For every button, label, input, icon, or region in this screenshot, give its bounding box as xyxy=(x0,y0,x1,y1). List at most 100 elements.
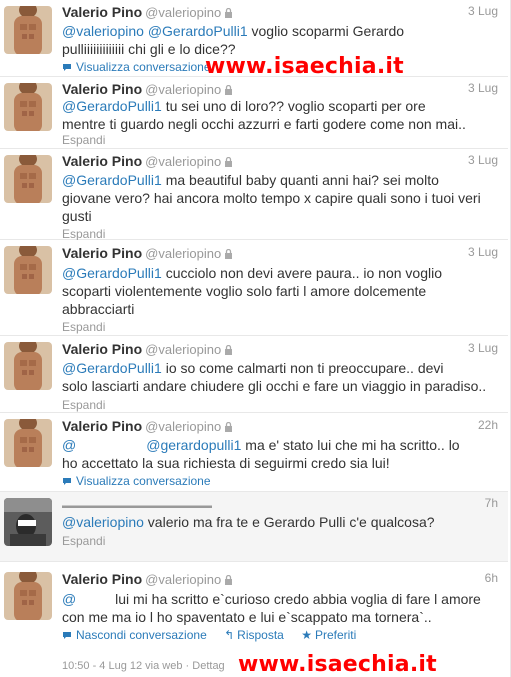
expand-link[interactable]: Espandi xyxy=(62,398,105,412)
reply-button[interactable]: ↰ Risposta xyxy=(224,628,284,642)
expand-link[interactable]: Espandi xyxy=(62,227,105,241)
avatar[interactable] xyxy=(4,342,52,390)
author-handle[interactable]: @valeriopino xyxy=(145,154,221,169)
tweet-line: ho accettato la sua richiesta di seguirm… xyxy=(62,455,390,471)
tweet-line: gusti xyxy=(62,208,92,224)
tweet-line: solo lasciarti andare chiudere gli occhi… xyxy=(62,378,487,394)
tweet-line: @valeriopino valerio ma fra te e Gerardo… xyxy=(62,514,435,530)
tweet[interactable]: Valerio Pino @valeriopino 3 Lug @GerardoP… xyxy=(0,240,508,336)
author-name[interactable]: Valerio Pino xyxy=(62,81,142,97)
tweet-time[interactable]: 22h xyxy=(478,418,498,432)
lock-icon xyxy=(224,342,233,358)
mention-link[interactable]: @GerardoPulli1 xyxy=(62,98,162,114)
tweet-header: Valerio Pino @valeriopino 3 Lug xyxy=(62,4,498,22)
author-name[interactable]: Valerio Pino xyxy=(62,341,142,357)
tweet-line: @ @gerardopulli1 ma e' stato lui che mi … xyxy=(62,437,460,453)
speech-bubble-icon xyxy=(62,475,72,489)
watermark-text: www.isaechia.it xyxy=(205,54,404,79)
author-name[interactable]: Valerio Pino xyxy=(62,418,142,434)
tweet-line: @valeriopino @GerardoPulli1 voglio scopa… xyxy=(62,23,405,39)
tweet-time[interactable]: 6h xyxy=(485,571,498,585)
avatar[interactable] xyxy=(4,498,52,546)
tweet-line: @GerardoPulli1 ma beautiful baby quanti … xyxy=(62,172,439,188)
lock-icon xyxy=(224,419,233,435)
author-handle[interactable]: @valeriopino xyxy=(145,246,221,261)
tweet-header: Valerio Pino @valeriopino 22h xyxy=(62,418,498,436)
redacted-author xyxy=(62,498,212,513)
tweet[interactable]: Valerio Pino @valeriopino 6h @ lui mi ha … xyxy=(0,562,508,677)
tweet-header: 7h xyxy=(62,496,498,514)
mention-link[interactable]: @gerardopulli1 xyxy=(146,437,241,453)
expand-link[interactable]: Espandi xyxy=(62,534,105,548)
lock-icon xyxy=(224,246,233,262)
tweet-header: Valerio Pino @valeriopino 3 Lug xyxy=(62,341,498,359)
avatar[interactable] xyxy=(4,246,52,294)
author-name[interactable]: Valerio Pino xyxy=(62,245,142,261)
tweet-text: @GerardoPulli1 ma beautiful baby quanti … xyxy=(62,171,494,225)
tweet-line: @GerardoPulli1 tu sei uno di loro?? vogl… xyxy=(62,98,426,114)
mention-link[interactable]: @ xyxy=(62,591,76,607)
tweet-line: @ lui mi ha scritto e`curioso credo abbi… xyxy=(62,591,481,607)
tweet-time[interactable]: 7h xyxy=(485,496,498,510)
tweet-line: @GerardoPulli1 cucciolo non devi avere p… xyxy=(62,265,442,281)
view-conversation-link[interactable]: Visualizza conversazione xyxy=(62,60,211,75)
author-name[interactable]: Valerio Pino xyxy=(62,153,142,169)
tweet-time[interactable]: 3 Lug xyxy=(468,4,498,18)
hide-conversation-button[interactable]: Nascondi conversazione xyxy=(62,628,207,642)
speech-bubble-icon xyxy=(62,628,76,642)
tweet-line: abbracciarti xyxy=(62,301,135,317)
tweet-header: Valerio Pino @valeriopino 3 Lug xyxy=(62,153,498,171)
watermark-text: www.isaechia.it xyxy=(238,652,437,677)
lock-icon xyxy=(224,82,233,98)
mention-link[interactable]: @valeriopino xyxy=(62,23,144,39)
mention-link[interactable]: @ xyxy=(62,437,76,453)
favorite-button[interactable]: ★ Preferiti xyxy=(301,628,356,642)
tweet-line: giovane vero? hai ancora molto tempo x c… xyxy=(62,190,481,206)
avatar[interactable] xyxy=(4,6,52,54)
lock-icon xyxy=(224,154,233,170)
tweet-line: scoparti violentemente voglio solo farti… xyxy=(62,283,427,299)
avatar[interactable] xyxy=(4,155,52,203)
author-handle[interactable]: @valeriopino xyxy=(145,572,221,587)
tweet-meta: 10:50 - 4 Lug 12 via web · Dettag xyxy=(62,660,225,672)
author-handle[interactable]: @valeriopino xyxy=(145,82,221,97)
tweet-header: Valerio Pino @valeriopino 3 Lug xyxy=(62,245,498,263)
tweet-time[interactable]: 3 Lug xyxy=(468,245,498,259)
expand-link[interactable]: Espandi xyxy=(62,320,105,334)
tweet-time[interactable]: 3 Lug xyxy=(468,81,498,95)
mention-link[interactable]: @GerardoPulli1 xyxy=(148,23,248,39)
tweet[interactable]: Valerio Pino @valeriopino 3 Lug @GerardoP… xyxy=(0,336,508,413)
view-conversation-link[interactable]: Visualizza conversazione xyxy=(62,474,211,489)
lock-icon xyxy=(224,572,233,588)
author-name[interactable]: Valerio Pino xyxy=(62,571,142,587)
tweet-timestamp[interactable]: 10:50 - 4 Lug 12 via web xyxy=(62,660,182,672)
avatar[interactable] xyxy=(4,572,52,620)
mention-link[interactable]: @GerardoPulli1 xyxy=(62,360,162,376)
tweet-time[interactable]: 3 Lug xyxy=(468,153,498,167)
avatar[interactable] xyxy=(4,83,52,131)
tweet-text: @GerardoPulli1 cucciolo non devi avere p… xyxy=(62,264,494,318)
author-name[interactable]: Valerio Pino xyxy=(62,4,142,20)
mention-link[interactable]: @valeriopino xyxy=(62,514,144,530)
tweet-line: @GerardoPulli1 io so come calmarti non t… xyxy=(62,360,444,376)
tweet[interactable]: Valerio Pino @valeriopino 3 Lug @GerardoP… xyxy=(0,149,508,241)
tweet-actions: Nascondi conversazione ↰ Risposta ★ Prefer… xyxy=(62,628,370,642)
author-handle[interactable]: @valeriopino xyxy=(145,419,221,434)
avatar[interactable] xyxy=(4,419,52,467)
tweet[interactable]: Valerio Pino @valeriopino 22h @ @gerardop… xyxy=(0,413,508,492)
details-link[interactable]: Dettag xyxy=(192,660,224,672)
tweet-time[interactable]: 3 Lug xyxy=(468,341,498,355)
tweet[interactable]: Valerio Pino @valeriopino 3 Lug @valeriop… xyxy=(0,0,508,79)
tweet[interactable]: Valerio Pino @valeriopino 3 Lug @GerardoP… xyxy=(0,77,508,149)
tweet-text: @GerardoPulli1 tu sei uno di loro?? vogl… xyxy=(62,97,494,133)
author-handle[interactable]: @valeriopino xyxy=(145,342,221,357)
tweet-text: @valeriopino @GerardoPulli1 voglio scopa… xyxy=(62,22,494,58)
tweet-text: @ lui mi ha scritto e`curioso credo abbi… xyxy=(62,590,494,626)
mention-link[interactable]: @GerardoPulli1 xyxy=(62,172,162,188)
author-handle[interactable]: @valeriopino xyxy=(145,5,221,20)
mention-link[interactable]: @GerardoPulli1 xyxy=(62,265,162,281)
tweet[interactable]: 7h @valeriopino valerio ma fra te e Gera… xyxy=(0,492,508,562)
tweet-text: @valeriopino valerio ma fra te e Gerardo… xyxy=(62,513,494,531)
expand-link[interactable]: Espandi xyxy=(62,133,105,147)
lock-icon xyxy=(224,5,233,21)
